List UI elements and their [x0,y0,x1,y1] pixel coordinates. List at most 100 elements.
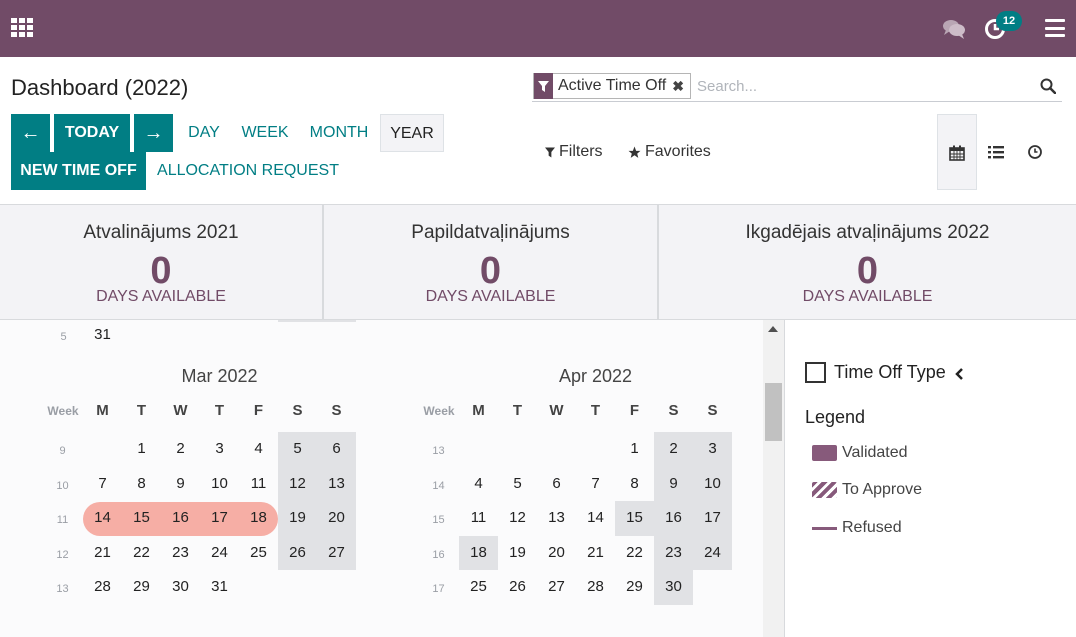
card-value: 0 [479,250,502,292]
day-cell[interactable]: 21 [576,536,615,571]
weekday-header: S [668,402,679,419]
week-column-header: Week [47,404,79,418]
facet-label: Active Time Off [558,77,667,94]
day-cell[interactable]: 23 [161,536,200,571]
day-cell[interactable]: 17 [693,501,732,536]
search-input[interactable] [697,73,1027,99]
day-cell[interactable]: 8 [122,467,161,502]
day-cell[interactable]: 9 [654,466,693,501]
legend-swatch-validated [812,445,837,461]
day-cell[interactable]: 25 [239,536,278,571]
day-cell[interactable]: 3 [693,432,732,467]
day-cell[interactable]: 7 [576,467,615,502]
day-cell[interactable]: 31 [83,320,122,352]
day-cell[interactable]: 24 [693,535,732,570]
summary-card: Ikgadējais atvaļinājums 2022 0 DAYS AVAI… [657,205,1076,319]
day-cell[interactable]: 18 [459,535,498,570]
day-cell[interactable]: 6 [537,467,576,502]
day-cell[interactable]: 1 [615,432,654,467]
day-cell[interactable]: 31 [200,570,239,605]
day-cell[interactable]: 22 [615,536,654,571]
favorites-dropdown[interactable]: Favorites [628,141,711,163]
allocation-request-button[interactable]: ALLOCATION REQUEST [154,152,342,190]
day-cell[interactable]: 1 [122,432,161,467]
facet-remove-icon[interactable]: ✖ [672,78,690,95]
scale-month-button[interactable]: MONTH [302,114,376,152]
day-cell[interactable]: 27 [537,570,576,605]
day-cell[interactable]: 14 [83,501,122,536]
day-cell[interactable]: 5 [278,432,317,467]
day-cell[interactable]: 26 [498,570,537,605]
day-cell[interactable]: 19 [498,536,537,571]
day-cell[interactable]: 22 [122,536,161,571]
day-cell[interactable]: 28 [576,570,615,605]
day-cell[interactable]: 15 [615,501,654,536]
day-cell[interactable]: 15 [122,501,161,536]
list-view-icon[interactable] [988,144,1004,160]
day-cell[interactable]: 13 [537,501,576,536]
calendar-view-button[interactable] [937,114,977,190]
chevron-left-icon[interactable] [953,367,965,381]
day-cell[interactable]: 18 [239,501,278,536]
day-cell[interactable]: 16 [654,501,693,536]
scale-day-button[interactable]: DAY [180,114,228,152]
day-cell[interactable]: 25 [459,570,498,605]
filter-funnel-icon [534,73,553,99]
previous-button[interactable]: ← [11,114,50,152]
day-cell[interactable]: 5 [498,467,537,502]
day-cell[interactable]: 10 [693,466,732,501]
day-cell[interactable]: 4 [459,467,498,502]
day-cell[interactable]: 12 [498,501,537,536]
day-cell[interactable]: 20 [537,536,576,571]
day-cell[interactable]: 3 [200,432,239,467]
day-cell[interactable]: 24 [200,536,239,571]
scroll-up-arrow-icon[interactable] [768,326,778,332]
activity-count-badge[interactable]: 12 [996,11,1022,31]
chat-icon[interactable] [942,18,966,40]
day-cell[interactable]: 8 [615,467,654,502]
apps-grid-icon[interactable] [11,18,33,37]
day-cell[interactable]: 13 [317,466,356,501]
hamburger-menu-icon[interactable] [1045,19,1065,37]
scrollbar-thumb[interactable] [765,383,782,441]
day-cell[interactable]: 7 [83,467,122,502]
day-cell[interactable]: 28 [83,570,122,605]
day-cell[interactable]: 11 [459,501,498,536]
next-button[interactable]: → [134,114,173,152]
search-icon[interactable] [1040,78,1056,94]
day-cell[interactable]: 21 [83,536,122,571]
day-cell[interactable]: 20 [317,501,356,536]
day-cell[interactable]: 11 [239,467,278,502]
day-cell[interactable]: 30 [654,570,693,605]
legend-swatch-to-approve [812,482,837,498]
day-cell[interactable]: 2 [654,432,693,467]
week-number: 13 [432,445,445,457]
day-cell[interactable]: 12 [278,466,317,501]
day-cell[interactable]: 6 [317,432,356,467]
time-off-type-checkbox[interactable] [805,362,826,383]
day-cell[interactable]: 19 [278,501,317,536]
day-cell[interactable]: 23 [654,535,693,570]
day-cell[interactable]: 30 [161,570,200,605]
day-cell[interactable]: 2 [161,432,200,467]
weekday-header: F [253,402,264,419]
today-button[interactable]: TODAY [54,114,130,152]
scale-week-button[interactable]: WEEK [236,114,294,152]
day-cell[interactable]: 27 [317,535,356,570]
top-navbar: 12 [0,0,1076,57]
day-cell[interactable]: 9 [161,467,200,502]
day-cell[interactable]: 29 [615,570,654,605]
new-time-off-button[interactable]: NEW TIME OFF [11,152,146,190]
scale-year-button[interactable]: YEAR [380,114,444,152]
day-cell[interactable]: 16 [161,501,200,536]
day-cell[interactable]: 4 [239,432,278,467]
day-cell[interactable]: 26 [278,535,317,570]
activity-view-icon[interactable] [1027,144,1043,160]
day-cell[interactable]: 29 [122,570,161,605]
weekday-header: M [96,402,109,419]
day-cell[interactable]: 10 [200,467,239,502]
day-cell[interactable]: 14 [576,501,615,536]
day-cell[interactable]: 17 [200,501,239,536]
filters-dropdown[interactable]: Filters [545,141,603,163]
calendar-scrollbar[interactable] [763,320,784,637]
